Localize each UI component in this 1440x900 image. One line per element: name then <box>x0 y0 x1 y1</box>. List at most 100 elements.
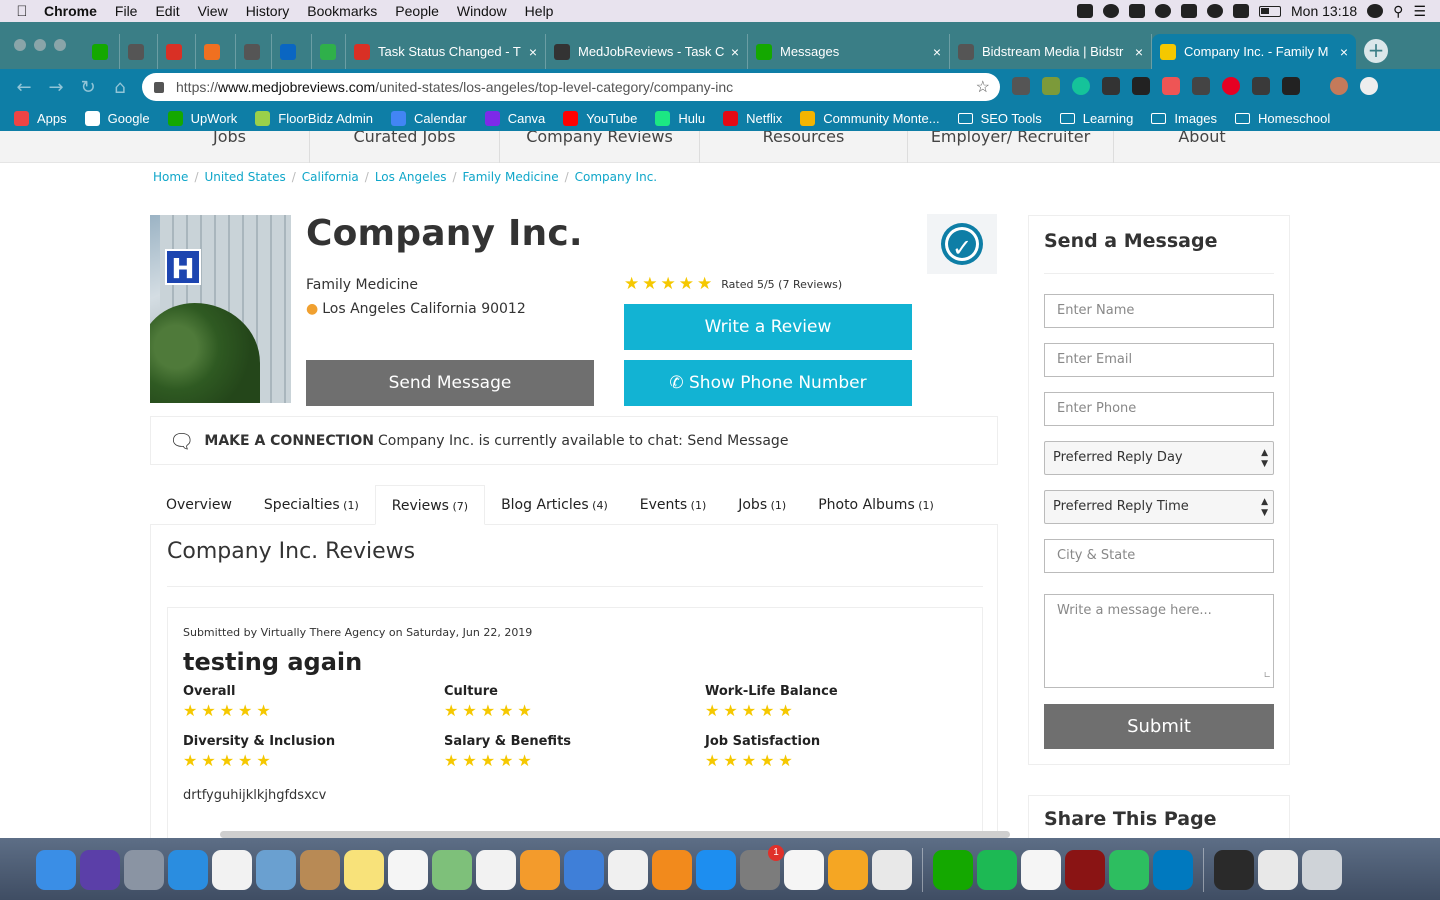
messages-icon[interactable] <box>828 850 868 890</box>
reminders-icon[interactable] <box>388 850 428 890</box>
nav-resources[interactable]: Resources <box>700 131 908 163</box>
grammarly-icon[interactable] <box>1072 77 1090 95</box>
menu-edit[interactable]: Edit <box>155 3 179 19</box>
email-field[interactable]: Enter Email <box>1044 343 1274 377</box>
video-extension-icon[interactable] <box>1162 77 1180 95</box>
browser-tab[interactable] <box>120 34 158 69</box>
browser-tab[interactable]: Bidstream Media | Bidstr × <box>950 34 1152 69</box>
photos-icon[interactable] <box>476 850 516 890</box>
tab-photo-albums[interactable]: Photo Albums (1) <box>802 485 950 525</box>
bookmark-item[interactable]: Netflix <box>723 110 782 126</box>
camera-extension-icon[interactable] <box>1012 77 1030 95</box>
launchpad-icon[interactable] <box>124 850 164 890</box>
document-thumb-icon[interactable] <box>1258 850 1298 890</box>
tab-reviews[interactable]: Reviews (7) <box>374 485 486 525</box>
upwork-tray-icon[interactable] <box>1103 4 1119 18</box>
breadcrumb-current[interactable]: Company Inc. <box>575 170 657 184</box>
spotlight-search-icon[interactable]: ⚲ <box>1393 3 1403 20</box>
numbers-icon[interactable] <box>784 850 824 890</box>
vpn-extension-icon[interactable] <box>1252 77 1270 95</box>
books-icon[interactable] <box>652 850 692 890</box>
browser-tab[interactable] <box>272 34 312 69</box>
wifi-sync-icon[interactable] <box>1207 4 1223 18</box>
minimize-window-button[interactable] <box>34 39 46 51</box>
bookmark-item[interactable]: Calendar <box>390 110 467 126</box>
bookmark-item[interactable]: Canva <box>484 110 545 126</box>
horizontal-scrollbar[interactable] <box>220 831 1010 838</box>
siri-icon[interactable] <box>80 850 120 890</box>
menu-chrome[interactable]: Chrome <box>44 3 97 19</box>
finder-icon[interactable] <box>36 850 76 890</box>
breadcrumb-state[interactable]: California <box>302 170 359 184</box>
bookmark-item[interactable]: Community Monte... <box>800 110 940 126</box>
contacts-icon[interactable] <box>300 850 340 890</box>
menu-people[interactable]: People <box>395 3 439 19</box>
chrome-icon[interactable] <box>872 850 912 890</box>
new-extension-icon[interactable] <box>1042 77 1060 95</box>
dropbox-icon[interactable] <box>1077 4 1093 18</box>
bookmark-item[interactable]: Hulu <box>655 110 705 126</box>
city-state-field[interactable]: City & State <box>1044 539 1274 573</box>
menu-window[interactable]: Window <box>457 3 507 19</box>
face-icon[interactable] <box>1021 850 1061 890</box>
trash-icon[interactable] <box>1302 850 1342 890</box>
write-review-button[interactable]: Write a Review <box>624 304 912 350</box>
browser-tab[interactable] <box>236 34 272 69</box>
menu-file[interactable]: File <box>115 3 138 19</box>
browser-tab[interactable]: Messages × <box>748 34 950 69</box>
bookmark-item[interactable]: Apps <box>14 110 67 126</box>
settings-icon[interactable]: 1 <box>740 845 784 890</box>
bookmark-item[interactable]: YouTube <box>563 110 637 126</box>
menubar-clock[interactable]: Mon 13:18 <box>1291 3 1357 19</box>
preview-icon[interactable] <box>256 850 296 890</box>
formula-extension-icon[interactable] <box>1132 77 1150 95</box>
new-tab-button[interactable]: + <box>1364 39 1388 63</box>
nav-jobs[interactable]: Jobs <box>150 131 310 163</box>
breadcrumb-country[interactable]: United States <box>204 170 285 184</box>
bookmark-item[interactable]: UpWork <box>167 110 237 126</box>
hatchful-extension-icon[interactable] <box>1192 77 1210 95</box>
tab-events[interactable]: Events (1) <box>624 485 722 525</box>
browser-tab[interactable]: Company Inc. - Family M × <box>1152 34 1356 69</box>
nav-company-reviews[interactable]: Company Reviews <box>500 131 700 163</box>
browser-tab[interactable]: Task Status Changed - T × <box>346 34 546 69</box>
tab-overview[interactable]: Overview <box>150 485 248 525</box>
back-arrow-icon[interactable]: ← <box>8 77 40 98</box>
home-icon[interactable]: ⌂ <box>104 77 136 98</box>
nav-employer-recruiter[interactable]: Employer/ Recruiter <box>908 131 1114 163</box>
forward-arrow-icon[interactable]: → <box>40 77 72 98</box>
connect-send-message-link[interactable]: Send Message <box>687 433 788 449</box>
update-icon[interactable] <box>1360 77 1378 95</box>
mobile-extension-icon[interactable] <box>1282 77 1300 95</box>
upwork-icon[interactable] <box>933 850 973 890</box>
reload-icon[interactable]: ↻ <box>72 77 104 98</box>
breadcrumb-home[interactable]: Home <box>153 170 188 184</box>
profile-avatar-icon[interactable] <box>1330 77 1348 95</box>
bookmark-star-icon[interactable]: ☆ <box>976 77 990 97</box>
tab-specialties[interactable]: Specialties (1) <box>248 485 375 525</box>
tab-blog-articles[interactable]: Blog Articles (4) <box>485 485 624 525</box>
close-tab-icon[interactable]: × <box>1129 44 1143 60</box>
name-field[interactable]: Enter Name <box>1044 294 1274 328</box>
bookmark-item[interactable]: FloorBidz Admin <box>255 110 373 126</box>
spotify-icon[interactable] <box>977 850 1017 890</box>
browser-tab[interactable] <box>84 34 120 69</box>
send-message-button[interactable]: Send Message <box>306 360 594 406</box>
menu-help[interactable]: Help <box>525 3 554 19</box>
nav-about[interactable]: About <box>1114 131 1290 163</box>
keynote-icon[interactable] <box>564 850 604 890</box>
menu-bookmarks[interactable]: Bookmarks <box>307 3 377 19</box>
battery-icon[interactable] <box>1259 5 1281 17</box>
colorpick-icon[interactable] <box>1102 77 1120 95</box>
cloud-upload-icon[interactable] <box>1181 4 1197 18</box>
bookmark-item[interactable]: SEO Tools <box>957 111 1042 126</box>
resize-handle-icon[interactable]: ∟ <box>1263 666 1271 686</box>
apple-icon[interactable]:  <box>0 3 44 20</box>
breadcrumb-category[interactable]: Family Medicine <box>463 170 559 184</box>
close-tab-icon[interactable]: × <box>1334 44 1348 60</box>
menu-history[interactable]: History <box>246 3 290 19</box>
menu-view[interactable]: View <box>198 3 228 19</box>
tab-jobs[interactable]: Jobs (1) <box>722 485 802 525</box>
maps-icon[interactable] <box>432 850 472 890</box>
trello-icon[interactable] <box>1153 850 1193 890</box>
